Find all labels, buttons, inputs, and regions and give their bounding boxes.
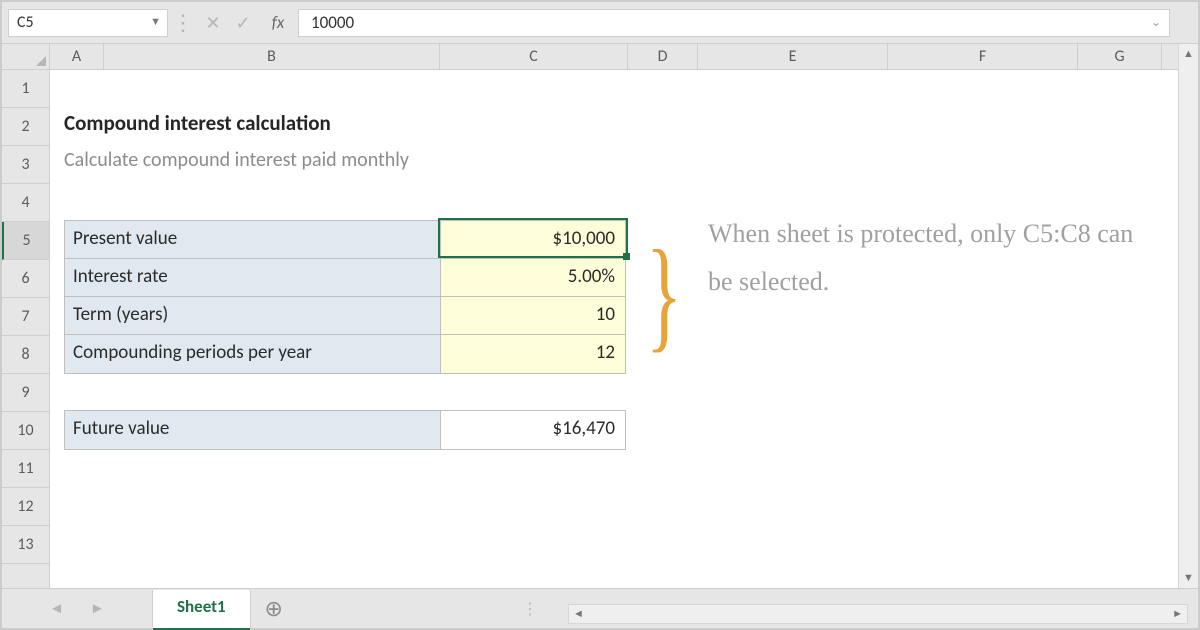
row-header[interactable]: 4	[2, 184, 49, 222]
input-value[interactable]: $10,000	[441, 221, 625, 258]
worksheet[interactable]: A B C D E F G 1 2 3 4 5 6 7 8 9	[2, 44, 1178, 588]
name-box-value: C5	[17, 13, 34, 32]
row-header[interactable]: 10	[2, 412, 49, 450]
fx-icon[interactable]: fx	[258, 12, 298, 33]
sheet-tabs-bar: ◄ ► Sheet1 ⊕ ⋮ ◄ ►	[2, 588, 1198, 628]
chevron-down-icon[interactable]: ▼	[150, 15, 161, 28]
row-header[interactable]: 12	[2, 488, 49, 526]
add-sheet-button[interactable]: ⊕	[251, 589, 297, 628]
tab-prev-icon[interactable]: ◄	[49, 600, 64, 618]
row-header[interactable]: 7	[2, 298, 49, 336]
formula-value: 10000	[311, 12, 354, 33]
col-header[interactable]: C	[440, 44, 628, 69]
separator-icon: ⋮	[168, 9, 198, 36]
output-label: Future value	[65, 411, 441, 449]
select-all-corner[interactable]	[2, 44, 50, 69]
col-header[interactable]: E	[698, 44, 888, 69]
horizontal-scrollbar[interactable]: ◄ ►	[568, 604, 1188, 624]
output-value: $16,470	[441, 411, 625, 449]
separator-icon: ⋮	[522, 599, 538, 619]
row-header[interactable]: 2	[2, 108, 49, 146]
row-header[interactable]: 1	[2, 70, 49, 108]
page-subtitle: Calculate compound interest paid monthly	[64, 148, 409, 172]
inputs-table: Present value $10,000 Interest rate 5.00…	[64, 220, 626, 374]
col-header[interactable]: B	[104, 44, 440, 69]
row-header[interactable]: 6	[2, 260, 49, 298]
grid-area: A B C D E F G 1 2 3 4 5 6 7 8 9	[2, 44, 1198, 588]
input-label: Present value	[65, 221, 441, 258]
cell-canvas[interactable]: Compound interest calculation Calculate …	[50, 70, 1178, 588]
tab-next-icon[interactable]: ►	[90, 600, 105, 618]
scroll-right-icon[interactable]: ►	[1172, 607, 1183, 620]
cancel-icon[interactable]: ✕	[198, 12, 228, 34]
row-header[interactable]: 13	[2, 526, 49, 564]
input-label: Compounding periods per year	[65, 335, 441, 373]
row-header[interactable]: 8	[2, 336, 49, 374]
col-header[interactable]: D	[628, 44, 698, 69]
input-label: Term (years)	[65, 297, 441, 334]
expand-formula-icon[interactable]: ⌄	[1151, 15, 1161, 30]
vertical-scrollbar[interactable]: ▲ ▼	[1178, 44, 1198, 588]
col-header[interactable]: G	[1078, 44, 1162, 69]
formula-bar: C5 ▼ ⋮ ✕ ✓ fx 10000 ⌄	[2, 2, 1198, 44]
column-headers: A B C D E F G	[2, 44, 1178, 70]
sheet-tab-active[interactable]: Sheet1	[152, 590, 251, 629]
row-headers: 1 2 3 4 5 6 7 8 9 10 11 12 13	[2, 70, 50, 588]
row-header-active[interactable]: 5	[2, 222, 49, 260]
brace-icon: }	[646, 218, 682, 372]
input-value[interactable]: 12	[441, 335, 625, 373]
app-frame: C5 ▼ ⋮ ✕ ✓ fx 10000 ⌄ A B C D E F G	[0, 0, 1200, 630]
output-table: Future value $16,470	[64, 410, 626, 450]
row-header[interactable]: 9	[2, 374, 49, 412]
input-value[interactable]: 5.00%	[441, 259, 625, 296]
col-header[interactable]: A	[50, 44, 104, 69]
page-title: Compound interest calculation	[64, 110, 331, 136]
enter-icon[interactable]: ✓	[228, 12, 258, 34]
scroll-up-icon[interactable]: ▲	[1183, 44, 1194, 64]
formula-input[interactable]: 10000 ⌄	[298, 9, 1170, 37]
row-header[interactable]: 11	[2, 450, 49, 488]
col-header[interactable]: F	[888, 44, 1078, 69]
scroll-left-icon[interactable]: ◄	[573, 607, 584, 620]
input-label: Interest rate	[65, 259, 441, 296]
tab-nav: ◄ ►	[2, 589, 152, 628]
name-box[interactable]: C5 ▼	[8, 9, 168, 37]
row-header[interactable]: 3	[2, 146, 49, 184]
input-value[interactable]: 10	[441, 297, 625, 334]
scroll-down-icon[interactable]: ▼	[1183, 568, 1194, 588]
annotation-text: When sheet is protected, only C5:C8 can …	[708, 210, 1138, 306]
